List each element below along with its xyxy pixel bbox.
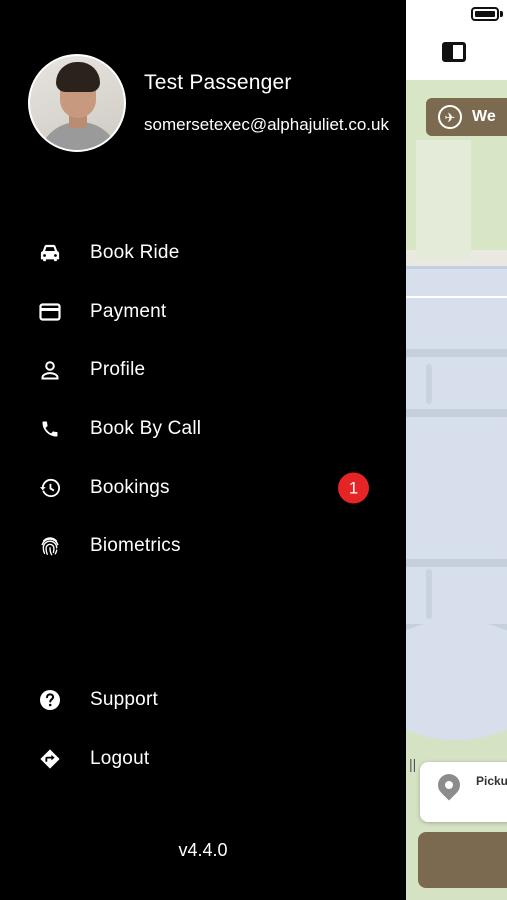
app-version: v4.4.0 xyxy=(178,840,228,860)
car-icon xyxy=(38,241,62,265)
menu-item-bookings[interactable]: Bookings 1 xyxy=(0,463,406,513)
user-name: Test Passenger xyxy=(144,71,292,94)
user-email: somersetexec@alphajuliet.co.uk xyxy=(144,115,389,134)
pickup-card[interactable]: Pickup xyxy=(420,762,507,822)
drag-handle-icon[interactable]: || xyxy=(409,756,416,772)
menu-item-label: Bookings xyxy=(90,477,170,498)
menu-item-book-by-call[interactable]: Book By Call xyxy=(0,404,406,454)
menu-item-support[interactable]: Support xyxy=(0,675,406,725)
menu-item-payment[interactable]: Payment xyxy=(0,287,406,337)
fingerprint-icon xyxy=(38,534,62,558)
history-icon xyxy=(38,476,62,500)
map-view[interactable]: ✈ We || Pickup xyxy=(406,0,507,900)
location-pin-icon xyxy=(433,769,465,801)
airplane-icon: ✈ xyxy=(438,105,462,129)
menu-item-label: Support xyxy=(90,689,158,710)
menu-item-book-ride[interactable]: Book Ride xyxy=(0,228,406,278)
avatar[interactable] xyxy=(28,54,126,152)
directions-diamond-icon xyxy=(38,747,62,771)
menu-item-logout[interactable]: Logout xyxy=(0,734,406,784)
book-button[interactable] xyxy=(418,832,507,888)
menu-item-profile[interactable]: Profile xyxy=(0,345,406,395)
bookings-count-badge: 1 xyxy=(338,472,369,504)
menu-item-label: Book Ride xyxy=(90,242,180,263)
menu-item-label: Logout xyxy=(90,748,150,769)
navigation-drawer: Test Passenger somersetexec@alphajuliet.… xyxy=(0,0,406,900)
pickup-label: Pickup xyxy=(476,774,507,788)
phone-icon xyxy=(38,417,62,441)
welcome-pill-text: We xyxy=(472,108,496,125)
menu-item-label: Profile xyxy=(90,359,146,380)
menu-item-label: Payment xyxy=(90,301,167,322)
person-icon xyxy=(38,358,62,382)
menu-item-label: Biometrics xyxy=(90,535,181,556)
status-bar xyxy=(406,0,507,80)
help-circle-icon xyxy=(38,688,62,712)
credit-card-icon xyxy=(38,300,62,324)
menu-item-label: Book By Call xyxy=(90,418,202,439)
welcome-pill[interactable]: ✈ We xyxy=(426,98,507,136)
sidebar-toggle-icon[interactable] xyxy=(442,42,466,62)
menu-item-biometrics[interactable]: Biometrics xyxy=(0,521,406,571)
battery-icon xyxy=(471,7,499,21)
